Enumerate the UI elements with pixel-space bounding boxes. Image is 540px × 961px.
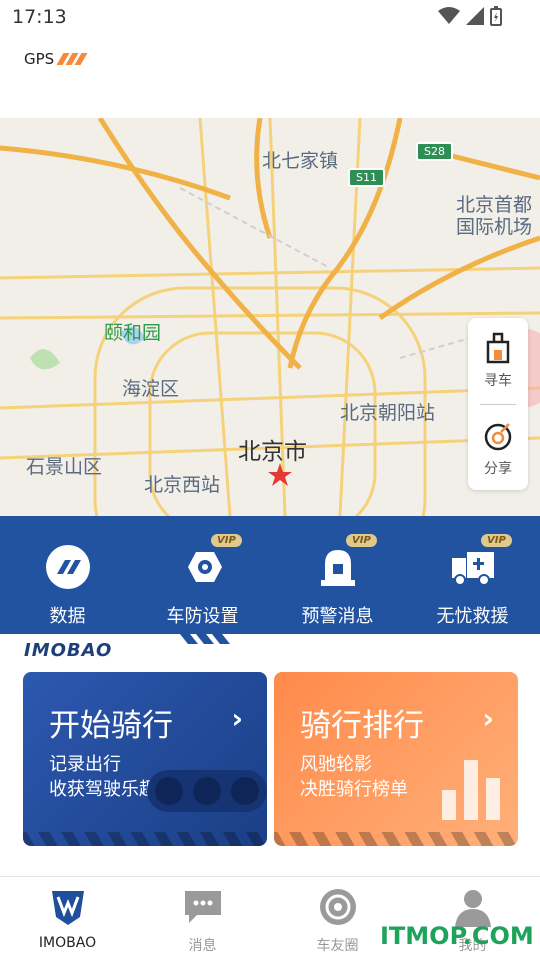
- tab-messages-label: 消息: [188, 938, 217, 954]
- find-car-label: 寻车: [484, 373, 512, 389]
- card-stripe: [274, 832, 518, 846]
- feature-rescue-label: 无忧救援: [436, 606, 509, 627]
- map-side-panel: 寻车 分享: [468, 318, 528, 490]
- watermark: ITMOP.COM: [380, 922, 534, 950]
- chevron-right-icon: ›: [231, 702, 243, 735]
- share-icon: [484, 423, 512, 451]
- start-ride-subtitle-1: 记录出行: [49, 754, 121, 775]
- feature-anti-theft-button[interactable]: VIP 车防设置: [135, 516, 270, 634]
- ranking-title: 骑行排行: [300, 708, 424, 744]
- map-label-yiheyuan: 颐和园: [104, 322, 162, 344]
- feature-rescue-button[interactable]: VIP 无忧救援: [405, 516, 540, 634]
- signal-icon: [466, 7, 484, 25]
- find-car-icon: [486, 332, 510, 364]
- profile-icon: [455, 890, 491, 927]
- battery-icon: [490, 6, 502, 26]
- bar-chart-decoration-icon: [442, 760, 500, 820]
- map-view[interactable]: 北七家镇 S11 S28 北京首都 国际机场 颐和园 海淀区 北京朝阳站 北京市…: [0, 118, 540, 516]
- status-time: 17:13: [12, 6, 67, 28]
- data-icon: [46, 545, 90, 589]
- card-stripe: [23, 832, 267, 846]
- gps-signal-icon: [56, 53, 88, 65]
- tab-imobao[interactable]: IMOBAO: [0, 877, 135, 961]
- highway-badge-s11: S11: [348, 168, 385, 187]
- message-icon: [185, 891, 221, 923]
- brand-logo: IMOBAO: [24, 640, 113, 661]
- share-label: 分享: [484, 461, 512, 477]
- map-label-west-station: 北京西站: [144, 474, 221, 496]
- app-header: [0, 36, 540, 118]
- map-label-beijing-city: 北京市: [238, 439, 307, 465]
- map-label-airport-line2: 国际机场: [456, 216, 533, 238]
- security-camera-icon: [188, 552, 222, 582]
- feature-data-label: 数据: [49, 606, 86, 627]
- gps-indicator: GPS: [24, 50, 88, 68]
- start-ride-card[interactable]: 开始骑行 › 记录出行 收获驾驶乐趣: [23, 672, 267, 846]
- feature-alert-label: 预警消息: [301, 606, 374, 627]
- status-bar: 17:13: [0, 0, 540, 36]
- map-label-beiqijia: 北七家镇: [262, 150, 339, 172]
- tab-imobao-label: IMOBAO: [38, 935, 97, 951]
- side-panel-divider: [480, 404, 516, 405]
- alarm-icon: [321, 550, 355, 586]
- map-label-haidian: 海淀区: [122, 378, 180, 400]
- status-icons: [438, 6, 502, 26]
- ranking-subtitle-1: 风驰轮影: [300, 754, 372, 775]
- rescue-truck-icon: [452, 552, 494, 586]
- gps-label: GPS: [24, 50, 55, 68]
- chevron-right-icon: ›: [482, 702, 494, 735]
- find-car-button[interactable]: 寻车: [468, 330, 528, 390]
- map-label-shijingshan: 石景山区: [26, 456, 103, 478]
- gear-icon: [320, 889, 356, 925]
- gauge-decoration-icon: [147, 770, 267, 812]
- feature-data-button[interactable]: 数据: [0, 516, 135, 634]
- ranking-subtitle-2: 决胜骑行榜单: [300, 779, 408, 800]
- share-button[interactable]: 分享: [468, 422, 528, 478]
- ranking-card[interactable]: 骑行排行 › 风驰轮影 决胜骑行榜单: [274, 672, 518, 846]
- map-label-chaoyang-station: 北京朝阳站: [340, 402, 436, 424]
- wifi-icon: [438, 7, 460, 24]
- start-ride-subtitle-2: 收获驾驶乐趣: [49, 779, 157, 800]
- feature-row: 数据 VIP 车防设置 VIP 预警消息 VIP 无忧救援: [0, 516, 540, 634]
- feature-alert-button[interactable]: VIP 预警消息: [270, 516, 405, 634]
- brand-stripes: [180, 634, 230, 644]
- tab-messages[interactable]: 消息: [135, 877, 270, 961]
- feature-anti-theft-label: 车防设置: [166, 606, 239, 627]
- start-ride-title: 开始骑行: [49, 708, 173, 744]
- imobao-logo-icon: [52, 891, 84, 925]
- highway-badge-s28: S28: [416, 142, 453, 161]
